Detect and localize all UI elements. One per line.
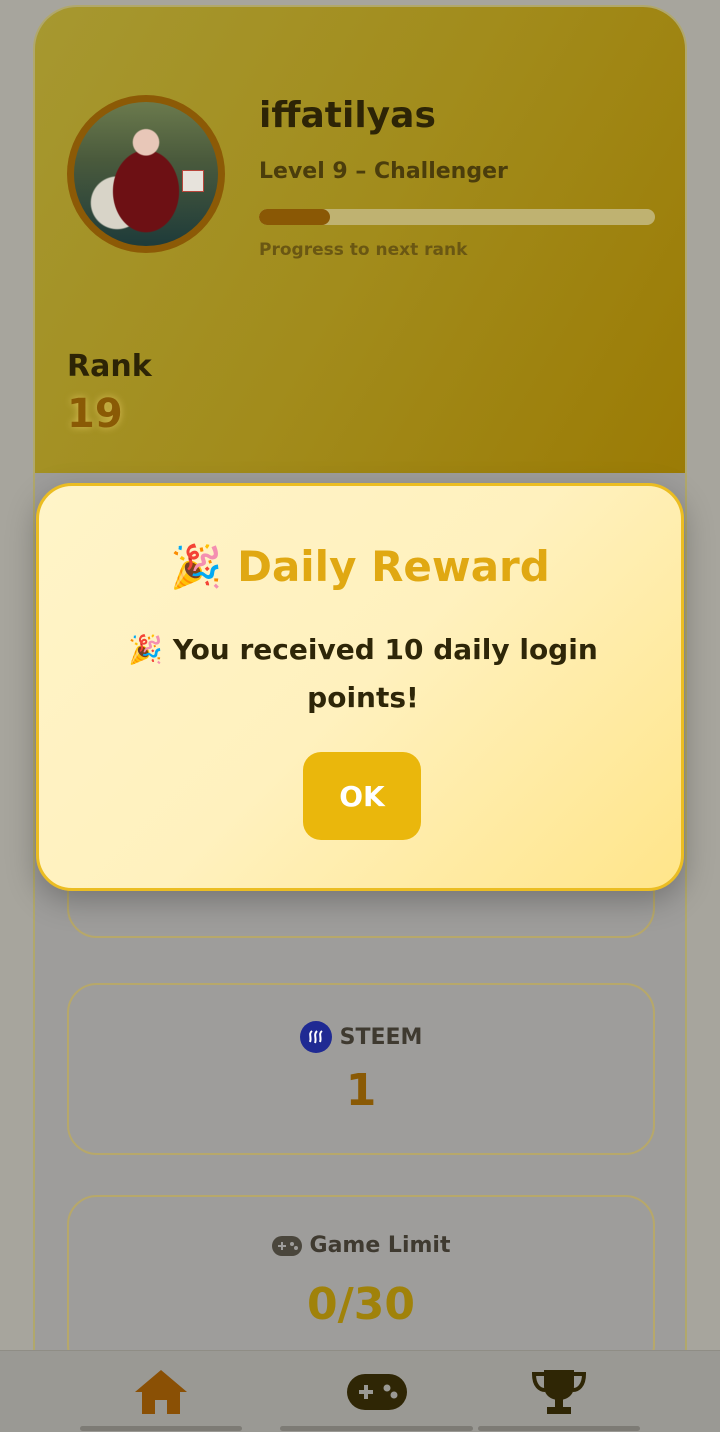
party-popper-icon: 🎉 xyxy=(128,633,164,666)
avatar[interactable] xyxy=(74,102,218,246)
dialog-message: 🎉 You received 10 daily login points! xyxy=(99,626,627,722)
daily-reward-dialog: 🎉 Daily Reward 🎉 You received 10 daily l… xyxy=(36,483,684,891)
rank-progress-bar xyxy=(259,209,655,225)
home-icon xyxy=(135,1370,187,1414)
steem-value: 1 xyxy=(345,1065,377,1116)
username: iffatilyas xyxy=(259,95,436,136)
profile-header: iffatilyas Level 9 – Challenger Progress… xyxy=(35,7,685,473)
dialog-message-text: You received 10 daily login points! xyxy=(172,633,598,714)
rank-progress-fill xyxy=(259,209,331,225)
progress-label: Progress to next rank xyxy=(259,240,468,260)
nav-games-indicator xyxy=(280,1426,473,1431)
rank-label: Rank xyxy=(67,349,152,384)
nav-games[interactable] xyxy=(280,1351,473,1432)
nav-leaderboard-indicator xyxy=(478,1426,640,1431)
game-limit-value: 0/30 xyxy=(307,1279,415,1330)
game-limit-title: Game Limit xyxy=(69,1233,653,1258)
steem-title: STEEM xyxy=(69,1021,653,1053)
avatar-sign xyxy=(182,170,204,192)
nav-home-indicator xyxy=(80,1426,242,1431)
steem-icon xyxy=(299,1021,332,1053)
trophy-icon xyxy=(532,1370,586,1414)
bottom-nav xyxy=(0,1350,720,1432)
avatar-ring xyxy=(67,95,225,253)
nav-leaderboard[interactable] xyxy=(478,1351,640,1432)
gamepad-icon xyxy=(346,1374,407,1410)
gamepad-icon xyxy=(271,1235,302,1256)
level-text: Level 9 – Challenger xyxy=(259,159,508,184)
app-screen: iffatilyas Level 9 – Challenger Progress… xyxy=(0,0,720,1432)
dialog-title: 🎉 Daily Reward xyxy=(39,542,681,592)
stat-box-steem: STEEM 1 xyxy=(67,983,655,1155)
nav-home[interactable] xyxy=(80,1351,242,1432)
rank-value: 19 xyxy=(67,391,123,437)
stat-box-game-limit: Game Limit 0/30 xyxy=(67,1195,655,1375)
ok-button[interactable]: OK xyxy=(303,752,421,840)
game-limit-label: Game Limit xyxy=(309,1233,451,1258)
dialog-title-text: Daily Reward xyxy=(237,542,550,591)
steem-label: STEEM xyxy=(339,1024,423,1050)
party-popper-icon: 🎉 xyxy=(170,542,223,591)
